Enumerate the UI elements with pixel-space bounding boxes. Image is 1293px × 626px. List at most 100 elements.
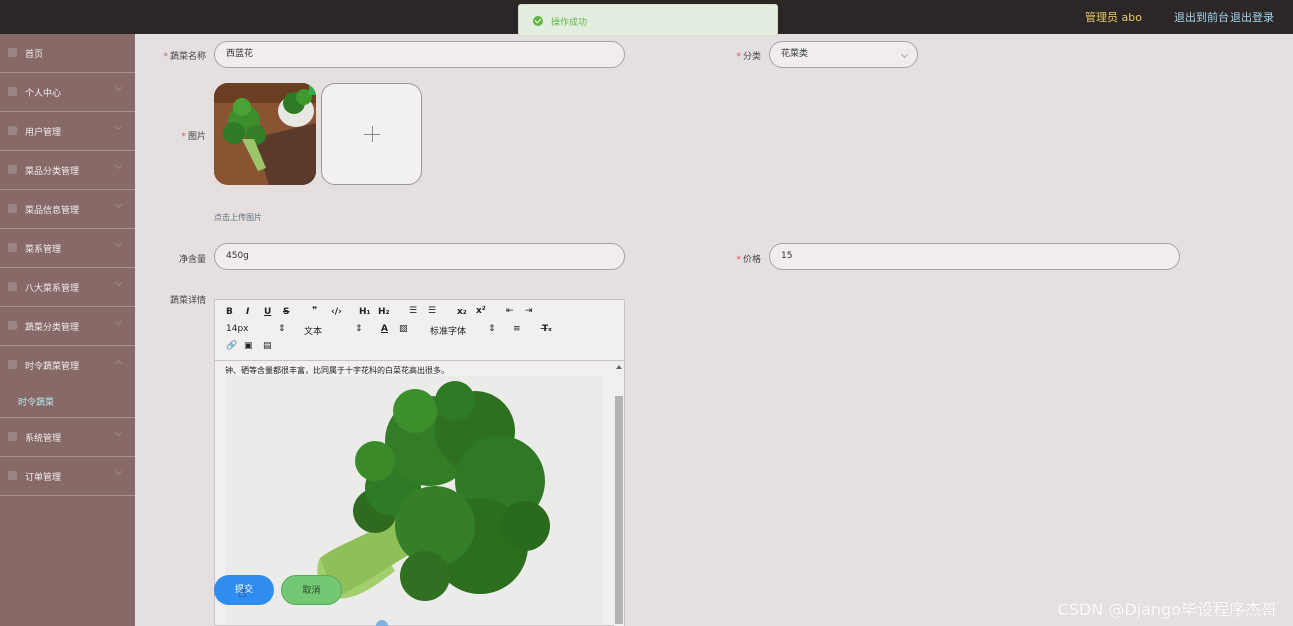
sidebar-item-personal-center[interactable]: 个人中心 (0, 73, 135, 112)
rich-text-editor: B I U S ❞ ‹/› H₁ H₂ ☰ ☰ x₂ x² ⇤ ⇥ 14px ⇕… (214, 299, 625, 626)
user-icon (8, 87, 17, 96)
sidebar-item-label: 系统管理 (25, 434, 62, 444)
chevron-down-icon (114, 161, 123, 170)
align-left-icon[interactable]: ≡ (513, 324, 521, 334)
clear-format-icon[interactable]: T̶ₓ (542, 324, 552, 334)
sidebar-item-label: 用户管理 (25, 128, 62, 138)
folder-icon (8, 321, 17, 330)
sidebar-item-label: 菜品分类管理 (25, 167, 80, 177)
chevron-down-icon (114, 278, 123, 287)
heading2-button[interactable]: H₂ (378, 307, 389, 317)
image-icon[interactable]: ▣ (244, 341, 253, 351)
ordered-list-icon[interactable]: ☰ (409, 306, 417, 316)
upload-hint: 点击上传图片 (214, 213, 262, 222)
heading1-button[interactable]: H₁ (359, 307, 370, 317)
code-button[interactable]: ‹/› (331, 307, 342, 317)
sidebar-item-label: 时令蔬菜管理 (25, 362, 80, 372)
sidebar-item-system[interactable]: 系统管理 (0, 418, 135, 457)
font-size-select[interactable]: 14px (226, 324, 249, 334)
flag-icon (8, 204, 17, 213)
weight-input[interactable]: 450g (214, 243, 625, 270)
sidebar-item-label: 订单管理 (25, 473, 62, 483)
required-mark: * (181, 132, 186, 142)
outdent-icon[interactable]: ⇤ (506, 306, 514, 316)
user-icon (8, 126, 17, 135)
paragraph-select[interactable]: 文本 (304, 324, 322, 337)
sidebar-item-vegetable-category[interactable]: 蔬菜分类管理 (0, 307, 135, 346)
grid-icon (8, 243, 17, 252)
sidebar-item-home[interactable]: 首页 (0, 34, 135, 73)
strike-button[interactable]: S (283, 307, 289, 317)
sidebar-item-label: 个人中心 (25, 89, 62, 99)
bold-button[interactable]: B (226, 307, 233, 317)
toast-message: 操作成功 (551, 18, 588, 28)
sidebar-item-orders[interactable]: 订单管理 (0, 457, 135, 496)
sidebar-subitem-label: 时令蔬菜 (18, 398, 55, 408)
chevron-down-icon (114, 239, 123, 248)
sidebar-item-label: 八大菜系管理 (25, 284, 80, 294)
uploaded-image-thumbnail[interactable] (214, 83, 316, 185)
image-label-text: 图片 (187, 132, 206, 142)
check-circle-icon (533, 16, 543, 26)
blockquote-button[interactable]: ❞ (312, 306, 317, 316)
bullet-list-icon[interactable]: ☰ (428, 306, 436, 316)
chevron-down-icon (114, 428, 123, 437)
sidebar-item-eight-cuisines[interactable]: 八大菜系管理 (0, 268, 135, 307)
image-upload-button[interactable] (321, 83, 422, 185)
scrollbar-thumb[interactable] (615, 396, 623, 624)
logout-link[interactable]: 退出登录 (1230, 9, 1274, 25)
plus-icon-vertical (372, 126, 373, 142)
sidebar-subitem-seasonal-vegetables[interactable]: 时令蔬菜 (0, 381, 135, 418)
name-label: * 蔬菜名称 (150, 49, 206, 62)
price-input[interactable]: 15 (769, 243, 1180, 270)
category-label-text: 分类 (742, 52, 761, 62)
resize-handle[interactable] (376, 620, 388, 626)
sidebar-item-user-management[interactable]: 用户管理 (0, 112, 135, 151)
editor-toolbar: B I U S ❞ ‹/› H₁ H₂ ☰ ☰ x₂ x² ⇤ ⇥ 14px ⇕… (215, 300, 624, 361)
category-select-value: 花菜类 (781, 49, 809, 59)
grid-icon (8, 360, 17, 369)
background-color-icon[interactable]: ▨ (399, 324, 408, 334)
name-input[interactable]: 西蓝花 (214, 41, 625, 68)
name-label-text: 蔬菜名称 (169, 52, 206, 62)
sidebar-item-label: 菜品信息管理 (25, 206, 80, 216)
sidebar-item-label: 菜系管理 (25, 245, 62, 255)
category-label: * 分类 (710, 49, 761, 62)
editor-scrollbar[interactable] (614, 362, 624, 626)
indent-icon[interactable]: ⇥ (525, 306, 533, 316)
link-icon[interactable]: 🔗 (226, 341, 237, 351)
video-icon[interactable]: ▤ (263, 341, 272, 351)
category-select[interactable]: 花菜类 (769, 41, 918, 68)
required-mark: * (736, 255, 741, 265)
editor-content-text: 钟、硒等含量都很丰富，比同属于十字花科的白菜花高出很多。 (225, 366, 449, 375)
paragraph-caret-icon: ⇕ (355, 324, 363, 334)
underline-button[interactable]: U (264, 307, 271, 317)
price-label: * 价格 (710, 252, 761, 265)
sidebar-item-label: 首页 (25, 50, 44, 60)
detail-label: 蔬菜详情 (169, 296, 206, 306)
sidebar-item-dish-category[interactable]: 菜品分类管理 (0, 151, 135, 190)
scroll-up-icon[interactable] (616, 365, 622, 369)
font-color-icon[interactable]: A (381, 324, 388, 334)
subscript-button[interactable]: x₂ (457, 307, 467, 317)
editor-content[interactable]: 钟、硒等含量都很丰富，比同属于十字花科的白菜花高出很多。 (215, 362, 624, 626)
success-toast: 操作成功 (518, 4, 778, 36)
sidebar-item-label: 蔬菜分类管理 (25, 323, 80, 333)
sidebar-item-dish-info[interactable]: 菜品信息管理 (0, 190, 135, 229)
italic-button[interactable]: I (246, 307, 249, 317)
weight-label: 净含量 (178, 255, 206, 265)
broccoli-thumbnail-image (214, 83, 316, 185)
grid-icon (8, 282, 17, 291)
watermark: CSDN @Django毕设程序杰哥 (1057, 600, 1277, 619)
font-size-caret-icon: ⇕ (278, 324, 286, 334)
superscript-button[interactable]: x² (476, 306, 486, 316)
font-family-select[interactable]: 标准字体 (430, 324, 466, 337)
sidebar-item-seasonal-vegetables[interactable]: 时令蔬菜管理 (0, 346, 135, 385)
home-icon (8, 48, 17, 57)
exit-to-front-link[interactable]: 退出到前台 (1174, 9, 1229, 25)
price-label-text: 价格 (742, 255, 761, 265)
sidebar-item-cuisine[interactable]: 菜系管理 (0, 229, 135, 268)
chevron-down-icon (900, 50, 909, 59)
cancel-button[interactable]: 取消 (281, 575, 342, 605)
chevron-down-icon (114, 122, 123, 131)
